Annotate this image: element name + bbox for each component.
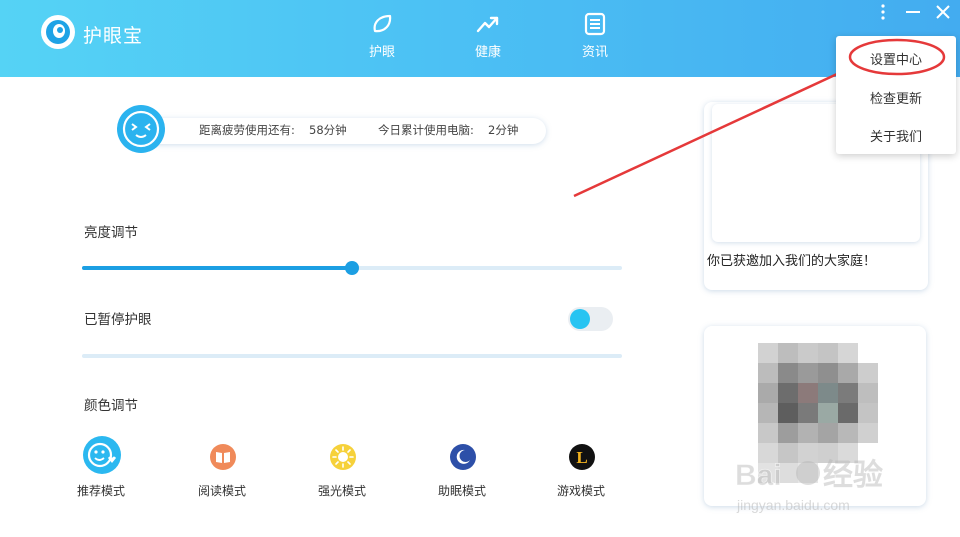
menu-item-settings[interactable]: 设置中心 bbox=[836, 49, 956, 68]
settings-dropdown-menu: 设置中心 检查更新 关于我们 bbox=[836, 36, 956, 154]
menu-item-check-update[interactable]: 检查更新 bbox=[836, 88, 956, 107]
menu-item-about[interactable]: 关于我们 bbox=[836, 126, 956, 145]
annotation-arrow bbox=[573, 62, 862, 198]
